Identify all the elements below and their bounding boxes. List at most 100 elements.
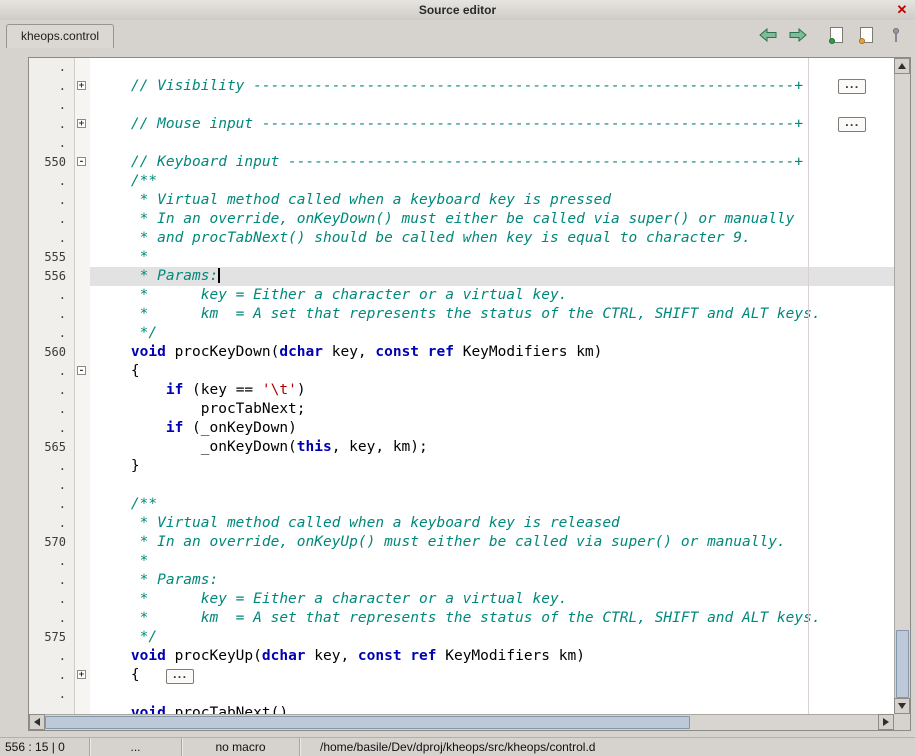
code-line[interactable]: 565 _onKeyDown(this, key, km); (29, 438, 894, 457)
code-text[interactable]: */ (90, 324, 894, 343)
pin-button[interactable] (885, 24, 907, 46)
fold-toggle-icon[interactable]: - (77, 366, 86, 375)
code-text[interactable] (90, 134, 894, 153)
code-line[interactable]: . procTabNext; (29, 400, 894, 419)
fold-toggle-icon[interactable]: + (77, 81, 86, 90)
fold-margin[interactable]: - (75, 153, 90, 172)
code-line[interactable]: 555 * (29, 248, 894, 267)
code-text[interactable]: * and procTabNext() should be called whe… (90, 229, 894, 248)
code-line[interactable]: .+ // Mouse input ----------------------… (29, 115, 894, 134)
code-line[interactable]: . if (_onKeyDown) (29, 419, 894, 438)
code-text[interactable]: void procTabNext() (90, 704, 894, 714)
code-line[interactable]: . * and procTabNext() should be called w… (29, 229, 894, 248)
nav-forward-button[interactable] (787, 24, 809, 46)
code-line[interactable]: . /** (29, 495, 894, 514)
code-line[interactable]: 556 * Params: (29, 267, 894, 286)
code-line[interactable]: . (29, 134, 894, 153)
scroll-down-button[interactable] (894, 698, 910, 714)
code-line[interactable]: . /** (29, 172, 894, 191)
vertical-scroll-thumb[interactable] (896, 630, 909, 698)
code-text[interactable]: * In an override, onKeyUp() must either … (90, 533, 894, 552)
code-text[interactable]: * key = Either a character or a virtual … (90, 286, 894, 305)
code-text[interactable]: // Visibility --------------------------… (90, 77, 894, 96)
code-text[interactable]: * Virtual method called when a keyboard … (90, 514, 894, 533)
code-text[interactable] (90, 685, 894, 704)
code-text[interactable]: * km = A set that represents the status … (90, 609, 894, 628)
code-text[interactable]: if (key == '\t') (90, 381, 894, 400)
code-text[interactable]: _onKeyDown(this, key, km); (90, 438, 894, 457)
fold-margin[interactable]: + (75, 77, 90, 96)
editor-surface[interactable]: ..+ // Visibility ----------------------… (29, 58, 894, 714)
code-text[interactable]: } (90, 457, 894, 476)
code-text[interactable]: if (_onKeyDown) (90, 419, 894, 438)
scroll-left-button[interactable] (29, 714, 45, 730)
collapsed-fold-box[interactable]: ... (838, 79, 866, 94)
collapsed-fold-box[interactable]: ... (838, 117, 866, 132)
code-line[interactable]: . * km = A set that represents the statu… (29, 609, 894, 628)
close-icon[interactable]: ✕ (894, 2, 910, 18)
code-text[interactable] (90, 96, 894, 115)
code-line[interactable]: 560 void procKeyDown(dchar key, const re… (29, 343, 894, 362)
code-text[interactable] (90, 58, 894, 77)
code-text[interactable]: void procKeyDown(dchar key, const ref Ke… (90, 343, 894, 362)
scroll-right-button[interactable] (878, 714, 894, 730)
vertical-scrollbar[interactable] (894, 58, 910, 714)
code-line[interactable]: . * Params: (29, 571, 894, 590)
scroll-up-button[interactable] (894, 58, 910, 74)
code-line[interactable]: . if (key == '\t') (29, 381, 894, 400)
fold-margin[interactable]: - (75, 362, 90, 381)
horizontal-scroll-thumb[interactable] (45, 716, 690, 729)
code-line[interactable]: 575 */ (29, 628, 894, 647)
doc-orange-button[interactable] (855, 24, 877, 46)
code-text[interactable]: /** (90, 172, 894, 191)
fold-toggle-icon[interactable]: + (77, 670, 86, 679)
code-line[interactable]: . */ (29, 324, 894, 343)
code-line[interactable]: . void procKeyUp(dchar key, const ref Ke… (29, 647, 894, 666)
nav-back-button[interactable] (757, 24, 779, 46)
code-text[interactable]: * (90, 248, 894, 267)
code-text[interactable]: /** (90, 495, 894, 514)
code-line[interactable]: . (29, 685, 894, 704)
code-line[interactable]: 550- // Keyboard input -----------------… (29, 153, 894, 172)
code-line[interactable]: . * key = Either a character or a virtua… (29, 590, 894, 609)
code-line[interactable]: . * key = Either a character or a virtua… (29, 286, 894, 305)
code-line[interactable]: .+ // Visibility -----------------------… (29, 77, 894, 96)
code-text[interactable]: * key = Either a character or a virtual … (90, 590, 894, 609)
code-text[interactable]: * (90, 552, 894, 571)
code-text[interactable]: * Params: (90, 571, 894, 590)
code-text[interactable]: * Virtual method called when a keyboard … (90, 191, 894, 210)
code-text[interactable]: */ (90, 628, 894, 647)
code-text[interactable]: * km = A set that represents the status … (90, 305, 894, 324)
code-line[interactable]: . void procTabNext() (29, 704, 894, 714)
code-line[interactable]: . (29, 476, 894, 495)
fold-toggle-icon[interactable]: - (77, 157, 86, 166)
horizontal-scrollbar[interactable] (29, 714, 894, 730)
code-text[interactable]: * Params: (90, 267, 894, 286)
code-editor[interactable]: ..+ // Visibility ----------------------… (28, 57, 911, 731)
code-text[interactable] (90, 476, 894, 495)
code-text[interactable]: procTabNext; (90, 400, 894, 419)
code-text[interactable]: * In an override, onKeyDown() must eithe… (90, 210, 894, 229)
code-line[interactable]: . } (29, 457, 894, 476)
fold-margin[interactable]: + (75, 115, 90, 134)
code-line[interactable]: . * (29, 552, 894, 571)
code-line[interactable]: . (29, 96, 894, 115)
code-text[interactable]: { (90, 362, 894, 381)
code-text[interactable]: // Keyboard input ----------------------… (90, 153, 894, 172)
code-line[interactable]: 570 * In an override, onKeyUp() must eit… (29, 533, 894, 552)
code-text[interactable]: void procKeyUp(dchar key, const ref KeyM… (90, 647, 894, 666)
fold-toggle-icon[interactable]: + (77, 119, 86, 128)
fold-margin[interactable]: + (75, 666, 90, 685)
code-line[interactable]: .+ { ... (29, 666, 894, 685)
tab-kheops-control[interactable]: kheops.control (6, 24, 114, 48)
code-line[interactable]: . * km = A set that represents the statu… (29, 305, 894, 324)
code-line[interactable]: .- { (29, 362, 894, 381)
code-text[interactable]: { ... (90, 666, 894, 685)
code-line[interactable]: . * Virtual method called when a keyboar… (29, 514, 894, 533)
collapsed-fold-box[interactable]: ... (166, 669, 194, 684)
code-text[interactable]: // Mouse input -------------------------… (90, 115, 894, 134)
code-line[interactable]: . (29, 58, 894, 77)
code-line[interactable]: . * Virtual method called when a keyboar… (29, 191, 894, 210)
code-line[interactable]: . * In an override, onKeyDown() must eit… (29, 210, 894, 229)
doc-green-button[interactable] (825, 24, 847, 46)
